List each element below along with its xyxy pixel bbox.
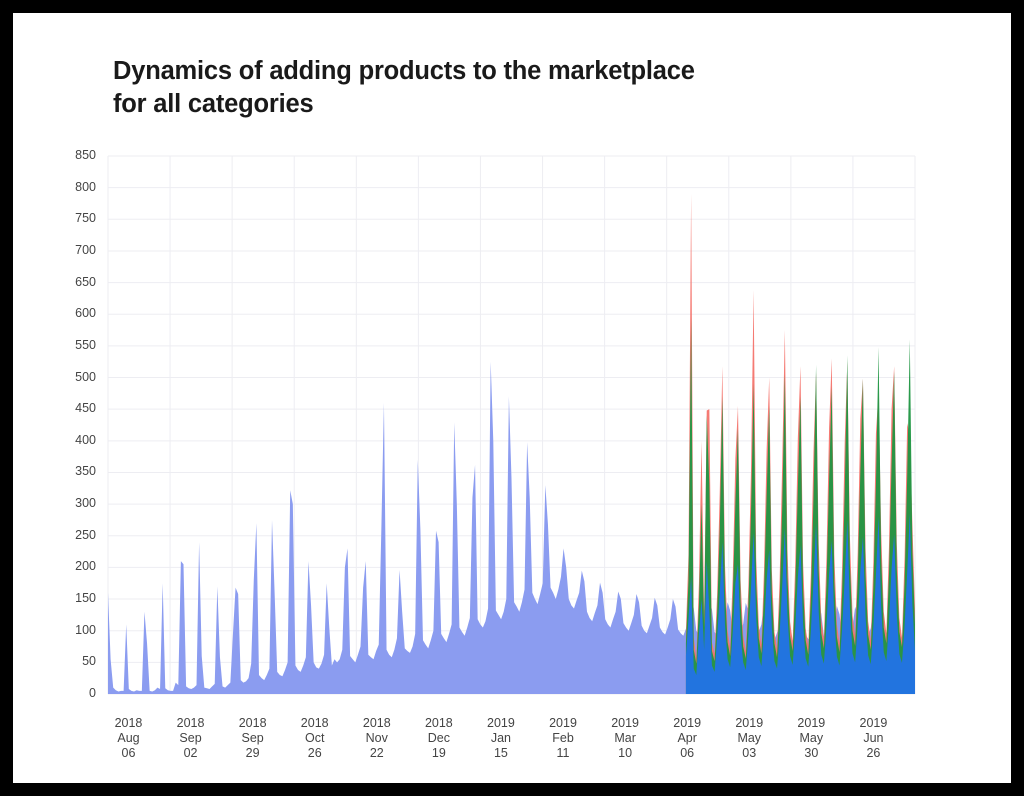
- y-axis-tick-label: 0: [56, 686, 96, 700]
- y-axis-tick-label: 300: [56, 496, 96, 510]
- y-axis-tick-label: 350: [56, 464, 96, 478]
- y-axis-tick-label: 850: [56, 148, 96, 162]
- x-axis-tick-label: 2018 Dec 19: [404, 716, 474, 760]
- x-axis-tick-label: 2019 May 30: [776, 716, 846, 760]
- y-axis-tick-label: 550: [56, 338, 96, 352]
- y-axis-tick-label: 650: [56, 275, 96, 289]
- y-axis-tick-label: 700: [56, 243, 96, 257]
- y-axis-tick-label: 450: [56, 401, 96, 415]
- y-axis-tick-label: 800: [56, 180, 96, 194]
- x-axis-tick-label: 2019 Jan 15: [466, 716, 536, 760]
- x-axis-tick-label: 2018 Sep 29: [218, 716, 288, 760]
- plot-area-wrapper: 0 50 100 150 200 250 300 350 400 450 500 550 600 650 7…: [13, 13, 1011, 783]
- x-axis-tick-label: 2019 May 03: [714, 716, 784, 760]
- y-axis-tick-label: 750: [56, 211, 96, 225]
- y-axis-tick-label: 200: [56, 559, 96, 573]
- y-axis-tick-label: 50: [56, 654, 96, 668]
- y-axis-tick-label: 600: [56, 306, 96, 320]
- x-axis-tick-label: 2019 Feb 11: [528, 716, 598, 760]
- screenshot-frame: Dynamics of adding products to the marke…: [0, 0, 1024, 796]
- x-axis-tick-label: 2018 Aug 06: [93, 716, 163, 760]
- chart-canvas: Dynamics of adding products to the marke…: [13, 13, 1011, 783]
- y-axis-tick-label: 400: [56, 433, 96, 447]
- x-axis-tick-label: 2018 Sep 02: [156, 716, 226, 760]
- x-axis-tick-label: 2018 Oct 26: [280, 716, 350, 760]
- y-axis-tick-label: 500: [56, 370, 96, 384]
- x-axis-tick-label: 2019 Apr 06: [652, 716, 722, 760]
- y-axis-tick-label: 150: [56, 591, 96, 605]
- x-axis-tick-label: 2019 Mar 10: [590, 716, 660, 760]
- y-axis-tick-label: 250: [56, 528, 96, 542]
- chart-plot: [13, 13, 1011, 783]
- x-axis-tick-label: 2018 Nov 22: [342, 716, 412, 760]
- y-axis-tick-label: 100: [56, 623, 96, 637]
- x-axis-tick-label: 2019 Jun 26: [838, 716, 908, 760]
